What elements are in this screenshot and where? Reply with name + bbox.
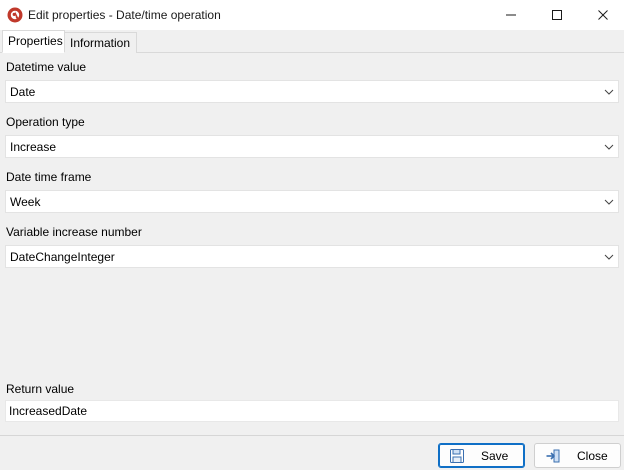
minimize-icon: [506, 14, 516, 16]
tab-properties[interactable]: Properties: [2, 30, 65, 53]
operation-type-select[interactable]: Increase: [5, 135, 619, 158]
title-bar: Edit properties - Date/time operation: [0, 0, 624, 30]
maximize-icon: [552, 10, 562, 20]
close-icon: [598, 10, 608, 20]
return-value-label: Return value: [6, 382, 75, 396]
datetime-value-label: Datetime value: [6, 60, 87, 74]
tab-strip: Properties Information: [0, 30, 624, 53]
tab-properties-label: Properties: [8, 34, 63, 48]
date-time-frame-selected: Week: [10, 195, 41, 209]
close-button-label: Close: [577, 449, 608, 463]
chevron-down-icon: [604, 199, 614, 205]
edit-properties-window: Edit properties - Date/time operation Pr…: [0, 0, 624, 470]
date-time-frame-select[interactable]: Week: [5, 190, 619, 213]
floppy-disk-icon: [450, 449, 464, 463]
date-time-frame-label: Date time frame: [6, 170, 92, 184]
close-button[interactable]: Close: [534, 443, 621, 468]
operation-type-selected: Increase: [10, 140, 57, 154]
datetime-value-select[interactable]: Date: [5, 80, 619, 103]
save-button[interactable]: Save: [438, 443, 525, 468]
chevron-down-icon: [604, 254, 614, 260]
return-value-input[interactable]: IncreasedDate: [5, 400, 619, 422]
window-close-button[interactable]: [580, 0, 624, 30]
save-button-label: Save: [481, 449, 509, 463]
variable-increase-number-label: Variable increase number: [6, 225, 142, 239]
exit-arrow-icon: [546, 449, 560, 463]
window-title: Edit properties - Date/time operation: [28, 8, 221, 22]
operation-type-label: Operation type: [6, 115, 85, 129]
variable-increase-number-selected: DateChangeInteger: [10, 250, 115, 264]
tab-information[interactable]: Information: [65, 32, 137, 53]
footer-divider: [0, 435, 624, 436]
tab-information-label: Information: [70, 36, 131, 50]
variable-increase-number-select[interactable]: DateChangeInteger: [5, 245, 619, 268]
app-logo-icon: [7, 7, 23, 23]
return-value-text: IncreasedDate: [9, 404, 88, 418]
chevron-down-icon: [604, 89, 614, 95]
maximize-button[interactable]: [534, 0, 580, 30]
datetime-value-selected: Date: [10, 85, 36, 99]
minimize-button[interactable]: [488, 0, 534, 30]
chevron-down-icon: [604, 144, 614, 150]
